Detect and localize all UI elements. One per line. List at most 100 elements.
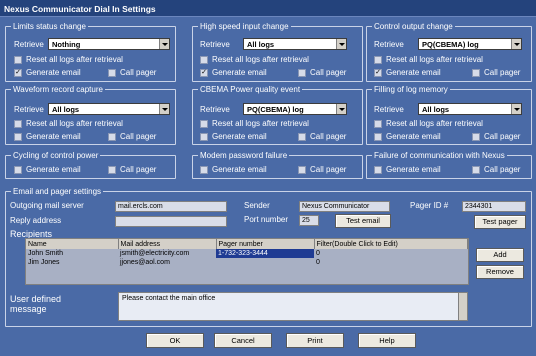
call-pager-checkbox[interactable]	[472, 166, 480, 174]
group-title: Waveform record capture	[13, 85, 103, 94]
print-button[interactable]: Print	[286, 333, 344, 348]
call-pager-label: Call pager	[120, 68, 157, 77]
generate-email-checkbox[interactable]: ✓	[200, 69, 208, 77]
retrieve-dropdown[interactable]: PQ(CBEMA) log	[418, 38, 522, 50]
pager-id-input[interactable]: 2344301	[462, 201, 526, 212]
port-number-label: Port number	[244, 215, 289, 224]
group-title: Limits status change	[13, 22, 86, 31]
retrieve-label: Retrieve	[374, 40, 404, 49]
sender-label: Sender	[244, 201, 270, 210]
call-pager-checkbox[interactable]	[108, 69, 116, 77]
settings-window: Nexus Communicator Dial In Settings Limi…	[0, 0, 536, 356]
message-label: User defined	[10, 294, 62, 304]
reset-logs-label: Reset all logs after retrieval	[212, 119, 309, 128]
call-pager-checkbox[interactable]	[472, 69, 480, 77]
generate-email-checkbox[interactable]: ✓	[14, 69, 22, 77]
generate-email-checkbox[interactable]	[14, 166, 22, 174]
call-pager-checkbox[interactable]	[472, 133, 480, 141]
chevron-down-icon	[511, 104, 521, 114]
generate-email-label: Generate email	[26, 165, 81, 174]
chevron-down-icon	[159, 39, 169, 49]
email-pager-title: Email and pager settings	[13, 187, 102, 196]
column-header[interactable]: Filter(Double Click to Edit)	[314, 239, 468, 249]
call-pager-checkbox[interactable]	[108, 166, 116, 174]
call-pager-checkbox[interactable]	[298, 69, 306, 77]
message-label-2: message	[10, 304, 47, 314]
call-pager-label: Call pager	[484, 68, 521, 77]
retrieve-label: Retrieve	[14, 40, 44, 49]
reset-logs-label: Reset all logs after retrieval	[26, 55, 123, 64]
pager-id-label: Pager ID #	[410, 201, 449, 210]
reset-logs-label: Reset all logs after retrieval	[386, 55, 483, 64]
generate-email-label: Generate email	[212, 68, 267, 77]
outgoing-mail-input[interactable]: mail.ercls.com	[115, 201, 227, 212]
generate-email-checkbox[interactable]	[374, 133, 382, 141]
retrieve-dropdown[interactable]: All logs	[243, 38, 347, 50]
reset-logs-checkbox[interactable]	[200, 120, 208, 128]
scrollbar[interactable]	[458, 293, 467, 320]
table-cell[interactable]: Jim Jones	[26, 258, 118, 267]
help-button[interactable]: Help	[358, 333, 416, 348]
reply-address-label: Reply address	[10, 216, 62, 225]
group-title: Filling of log memory	[374, 85, 448, 94]
reset-logs-label: Reset all logs after retrieval	[386, 119, 483, 128]
retrieve-label: Retrieve	[200, 105, 230, 114]
test-email-button[interactable]: Test email	[335, 214, 391, 228]
add-recipient-button[interactable]: Add	[476, 248, 524, 262]
table-cell[interactable]: 1-732-323-3444	[216, 249, 314, 258]
generate-email-label: Generate email	[386, 165, 441, 174]
table-cell[interactable]: John Smith	[26, 249, 118, 258]
call-pager-checkbox[interactable]	[298, 133, 306, 141]
generate-email-checkbox[interactable]	[14, 133, 22, 141]
group-title: Modem password failure	[200, 151, 288, 160]
call-pager-checkbox[interactable]	[298, 166, 306, 174]
table-cell[interactable]: 0	[314, 249, 468, 258]
generate-email-checkbox[interactable]	[374, 166, 382, 174]
generate-email-label: Generate email	[26, 132, 81, 141]
generate-email-checkbox[interactable]	[200, 166, 208, 174]
table-row[interactable]: John Smith jsmith@electricity.com 1-732-…	[26, 249, 468, 258]
call-pager-label: Call pager	[484, 165, 521, 174]
reset-logs-label: Reset all logs after retrieval	[26, 119, 123, 128]
retrieve-dropdown[interactable]: Nothing	[48, 38, 170, 50]
generate-email-label: Generate email	[26, 68, 81, 77]
call-pager-label: Call pager	[120, 165, 157, 174]
recipients-table[interactable]: Name Mail address Pager number Filter(Do…	[25, 238, 469, 285]
column-header[interactable]: Name	[26, 239, 119, 249]
ok-button[interactable]: OK	[146, 333, 204, 348]
table-cell[interactable]	[216, 258, 314, 267]
table-cell[interactable]: jjones@aol.com	[118, 258, 216, 267]
message-textarea[interactable]: Please contact the main office	[118, 292, 468, 321]
retrieve-dropdown[interactable]: PQ(CBEMA) log	[243, 103, 347, 115]
reset-logs-label: Reset all logs after retrieval	[212, 55, 309, 64]
reset-logs-checkbox[interactable]	[14, 56, 22, 64]
remove-recipient-button[interactable]: Remove	[476, 265, 524, 279]
retrieve-label: Retrieve	[14, 105, 44, 114]
chevron-down-icon	[336, 39, 346, 49]
call-pager-label: Call pager	[484, 132, 521, 141]
table-cell[interactable]: 0	[314, 258, 468, 267]
table-row[interactable]: Jim Jones jjones@aol.com 0	[26, 258, 468, 267]
reset-logs-checkbox[interactable]	[374, 56, 382, 64]
reset-logs-checkbox[interactable]	[200, 56, 208, 64]
group-title: Control output change	[374, 22, 453, 31]
column-header[interactable]: Mail address	[118, 239, 217, 249]
retrieve-dropdown[interactable]: All logs	[48, 103, 170, 115]
chevron-down-icon	[336, 104, 346, 114]
call-pager-checkbox[interactable]	[108, 133, 116, 141]
column-header[interactable]: Pager number	[216, 239, 315, 249]
test-pager-button[interactable]: Test pager	[474, 215, 526, 229]
chevron-down-icon	[159, 104, 169, 114]
group-title: Cycling of control power	[13, 151, 99, 160]
generate-email-checkbox[interactable]: ✓	[374, 69, 382, 77]
message-text: Please contact the main office	[122, 295, 216, 302]
reset-logs-checkbox[interactable]	[14, 120, 22, 128]
port-number-input[interactable]: 25	[299, 215, 319, 226]
reply-address-input[interactable]	[115, 216, 227, 227]
table-cell[interactable]: jsmith@electricity.com	[118, 249, 216, 258]
cancel-button[interactable]: Cancel	[214, 333, 272, 348]
sender-input[interactable]: Nexus Communicator	[299, 201, 390, 212]
retrieve-dropdown[interactable]: All logs	[418, 103, 522, 115]
generate-email-checkbox[interactable]	[200, 133, 208, 141]
reset-logs-checkbox[interactable]	[374, 120, 382, 128]
